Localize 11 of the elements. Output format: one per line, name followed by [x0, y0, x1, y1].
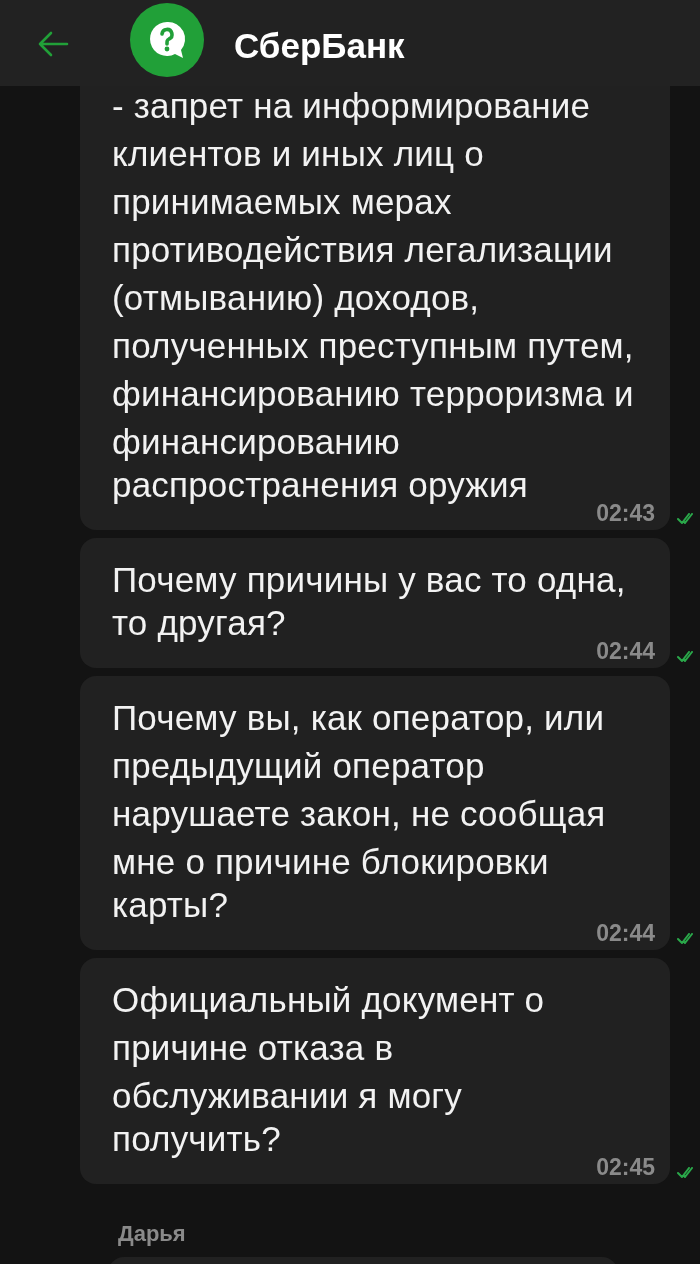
message-text: Почему вы, как оператор, или предыдущий оператор нарушаете закон, не сообщая мне о причине блокировки карты? — [112, 697, 606, 924]
chat-title: СберБанк — [234, 25, 405, 63]
message-time: 02:44 — [596, 924, 655, 942]
message-text: - запрет на информирование клиентов и иных лиц о принимаемых мерах противодействия легализации (отмыванию) доходов, полученных преступным путем, финансированию терроризма и финансированию распространения оружия — [112, 86, 634, 504]
sender-name: Дарья — [118, 1220, 186, 1248]
message-text: Почему причины у вас то одна, то другая? — [112, 559, 626, 642]
message-text: Официальный документ о причине отказа в обслуживании я могу получить? — [112, 979, 545, 1158]
message-time: 02:43 — [596, 504, 655, 522]
message-time: 02:45 — [596, 1158, 655, 1176]
message-time: 02:44 — [596, 642, 655, 660]
chat-question-icon — [130, 3, 204, 77]
